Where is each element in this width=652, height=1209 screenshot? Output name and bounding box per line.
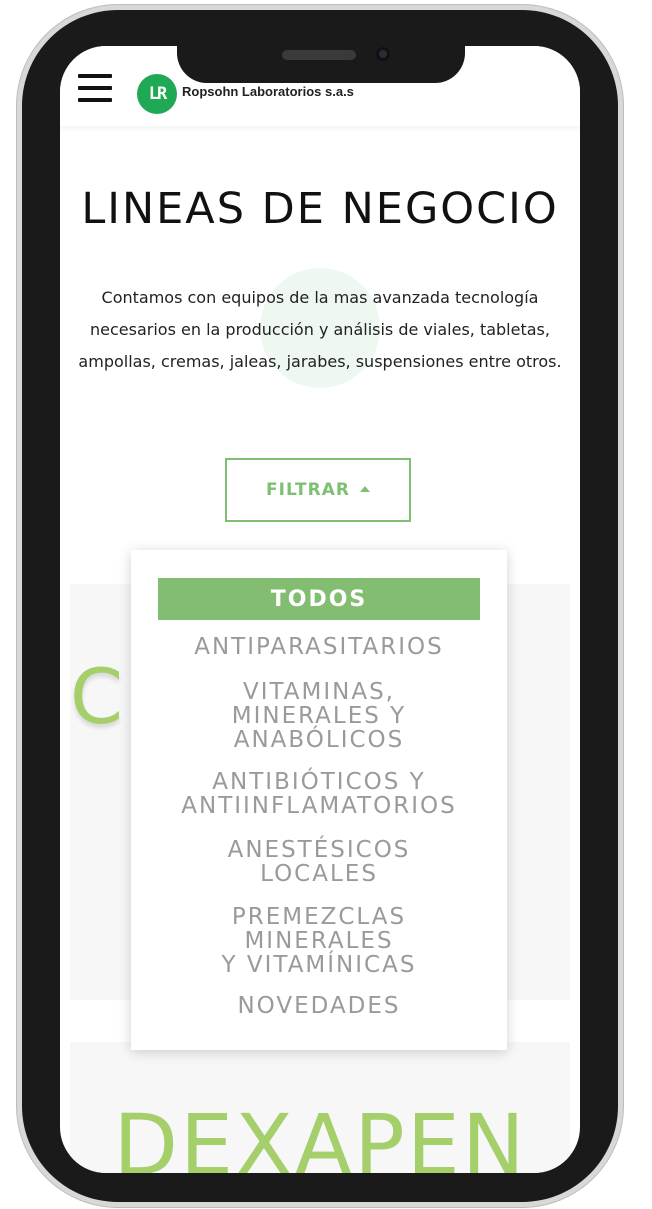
filter-option-line: ANESTÉSICOS <box>227 837 411 863</box>
phone-notch <box>177 42 465 83</box>
logo-icon[interactable]: LR <box>137 74 177 114</box>
filter-option-premezclas[interactable]: PREMEZCLAS MINERALES Y VITAMÍNICAS <box>131 905 507 977</box>
filter-option-antiparasitarios[interactable]: ANTIPARASITARIOS <box>131 635 507 659</box>
filter-option-line: VITAMINAS, <box>243 679 395 705</box>
page-description: Contamos con equipos de la mas avanzada … <box>78 288 562 371</box>
filter-option-line: ANTIBIÓTICOS Y <box>212 769 426 795</box>
caret-up-icon <box>359 486 370 492</box>
filter-option-line: Y VITAMÍNICAS <box>221 952 417 978</box>
filter-option-line: ANTIINFLAMATORIOS <box>181 793 457 819</box>
page-title: LINEAS DE NEGOCIO <box>81 184 559 234</box>
filter-option-todos[interactable]: TODOS <box>158 578 480 620</box>
filter-option-line: ANTIPARASITARIOS <box>194 634 444 660</box>
filter-option-line: PREMEZCLAS <box>231 904 407 930</box>
front-camera <box>376 47 390 61</box>
filter-option-antibioticos[interactable]: ANTIBIÓTICOS Y ANTIINFLAMATORIOS <box>131 770 507 818</box>
filter-button-label: FILTRAR <box>266 480 350 500</box>
speaker-grill <box>282 50 356 60</box>
filter-option-anestesicos[interactable]: ANESTÉSICOS LOCALES <box>131 838 507 886</box>
filter-option-line: ANABÓLICOS <box>233 727 405 753</box>
filter-option-line: LOCALES <box>260 861 378 887</box>
filter-option-line: MINERALES Y <box>231 703 407 729</box>
phone-screen: LR Ropsohn Laboratorios s.a.s LINEAS DE … <box>60 46 580 1173</box>
hamburger-menu-icon[interactable] <box>78 72 112 104</box>
filter-option-vitaminas[interactable]: VITAMINAS, MINERALES Y ANABÓLICOS <box>131 680 507 752</box>
filter-dropdown: TODOS ANTIPARASITARIOS VITAMINAS, MINERA… <box>131 550 507 1050</box>
product-name: DEXAPEN <box>113 1096 527 1173</box>
filter-button[interactable]: FILTRAR <box>225 458 411 522</box>
filter-option-line: MINERALES <box>244 928 394 954</box>
filter-option-line: NOVEDADES <box>237 993 401 1019</box>
filter-option-novedades[interactable]: NOVEDADES <box>131 994 507 1018</box>
brand-name[interactable]: Ropsohn Laboratorios s.a.s <box>182 84 354 99</box>
